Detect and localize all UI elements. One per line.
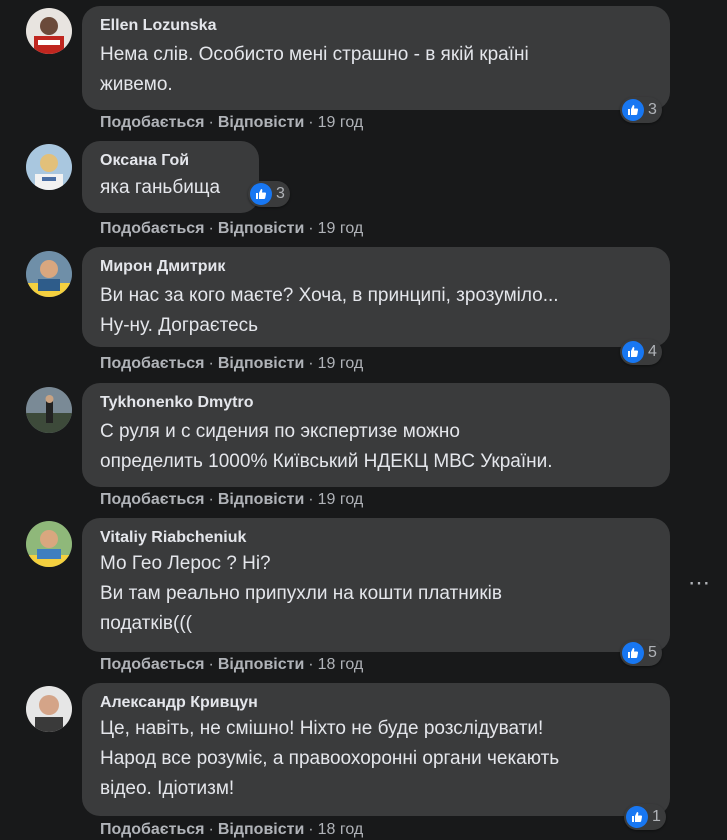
avatar[interactable] [26,387,72,433]
timestamp[interactable]: 19 год [318,220,364,237]
comment-bubble: Мирон Дмитрик Ви нас за кого маєте? Хоча… [82,247,670,347]
timestamp[interactable]: 18 год [318,656,364,673]
thumbs-up-icon [622,642,644,664]
reaction-count[interactable]: 1 [624,804,666,830]
comment-text: Мо Гео Лерос ? Ні? Ви там реально припух… [100,553,502,634]
comment-text: яка ганьбища [100,177,221,198]
comment-author[interactable]: Vitaliy Riabcheniuk [100,528,652,548]
separator: · [208,491,214,508]
like-button[interactable]: Подобається [100,220,205,237]
thumbs-up-icon [626,806,648,828]
separator: · [208,821,214,838]
like-button[interactable]: Подобається [100,656,205,673]
thumbs-up-icon [622,99,644,121]
comment-author[interactable]: Ellen Lozunska [100,16,652,36]
reaction-number: 5 [648,644,657,661]
comment-actions: Подобається · Відповісти · 19 год [100,490,363,510]
comment-actions: Подобається · Відповісти · 19 год [100,113,363,133]
reaction-count[interactable]: 3 [248,181,290,207]
separator: · [208,114,214,131]
thumbs-up-icon [250,183,272,205]
reaction-number: 4 [648,343,657,360]
comment-actions: Подобається · Відповісти · 19 год [100,354,363,374]
reply-button[interactable]: Відповісти [218,656,304,673]
comment-author[interactable]: Оксана Гой [100,151,241,171]
reply-button[interactable]: Відповісти [218,355,304,372]
comment-bubble: Ellen Lozunska Нема слів. Особисто мені … [82,6,670,110]
reaction-number: 3 [276,185,285,202]
comment-bubble: Tykhonenko Dmytro С руля и с сидения по … [82,383,670,487]
timestamp[interactable]: 19 год [318,114,364,131]
comment-author[interactable]: Мирон Дмитрик [100,257,652,277]
reaction-number: 1 [652,808,661,825]
avatar[interactable] [26,251,72,297]
reply-button[interactable]: Відповісти [218,220,304,237]
reaction-count[interactable]: 3 [620,97,662,123]
reaction-count[interactable]: 5 [620,640,662,666]
comment-actions: Подобається · Відповісти · 18 год [100,655,363,675]
separator: · [208,355,214,372]
thumbs-up-icon [622,341,644,363]
separator: · [308,355,314,372]
more-options-icon[interactable]: ⋯ [688,572,711,594]
comment-actions: Подобається · Відповісти · 18 год [100,820,363,840]
reply-button[interactable]: Відповісти [218,114,304,131]
timestamp[interactable]: 19 год [318,355,364,372]
like-button[interactable]: Подобається [100,821,205,838]
comment-text: Нема слів. Особисто мені страшно - в які… [100,44,529,95]
separator: · [308,220,314,237]
reaction-count[interactable]: 4 [620,339,662,365]
separator: · [208,220,214,237]
separator: · [308,821,314,838]
timestamp[interactable]: 18 год [318,821,364,838]
comment-bubble: Оксана Гой яка ганьбища [82,141,259,213]
separator: · [308,114,314,131]
comment-text: С руля и с сидения по экспертизе можно о… [100,421,553,472]
separator: · [308,656,314,673]
like-button[interactable]: Подобається [100,491,205,508]
avatar[interactable] [26,521,72,567]
reply-button[interactable]: Відповісти [218,821,304,838]
avatar[interactable] [26,8,72,54]
reaction-number: 3 [648,101,657,118]
comment-author[interactable]: Tykhonenko Dmytro [100,393,652,413]
like-button[interactable]: Подобається [100,355,205,372]
like-button[interactable]: Подобається [100,114,205,131]
reply-button[interactable]: Відповісти [218,491,304,508]
comment-actions: Подобається · Відповісти · 19 год [100,219,363,239]
avatar[interactable] [26,686,72,732]
avatar[interactable] [26,144,72,190]
separator: · [208,656,214,673]
comment-author[interactable]: Александр Кривцун [100,693,652,713]
comment-text: Це, навіть, не смішно! Ніхто не буде роз… [100,718,560,799]
timestamp[interactable]: 19 год [318,491,364,508]
comment-bubble: Vitaliy Riabcheniuk Мо Гео Лерос ? Ні? В… [82,518,670,652]
comment-text: Ви нас за кого маєте? Хоча, в принципі, … [100,285,559,336]
comment-bubble: Александр Кривцун Це, навіть, не смішно!… [82,683,670,816]
separator: · [308,491,314,508]
